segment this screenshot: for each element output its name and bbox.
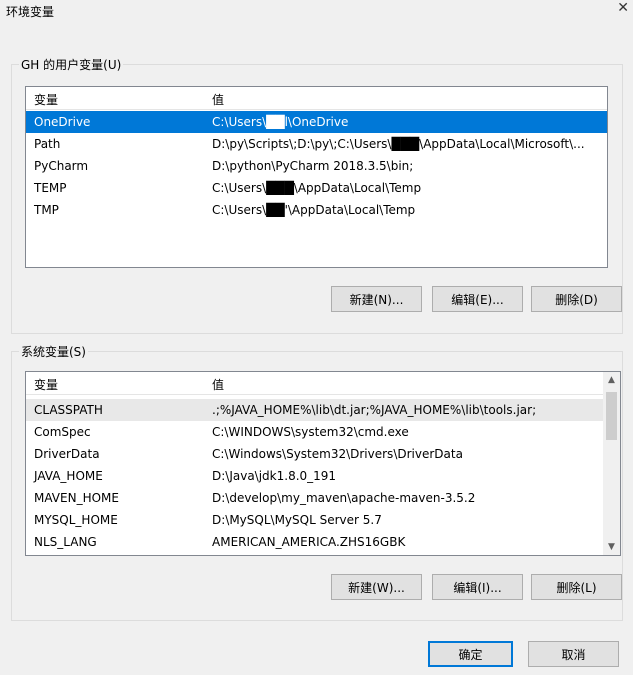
system-vars-list[interactable]: 变量 值 CLASSPATH .;%JAVA_HOME%\lib\dt.jar;… (25, 371, 621, 556)
system-new-button[interactable]: 新建(W)... (331, 574, 422, 600)
user-edit-button[interactable]: 编辑(E)... (432, 286, 523, 312)
system-var-row-classpath[interactable]: CLASSPATH .;%JAVA_HOME%\lib\dt.jar;%JAVA… (26, 399, 603, 421)
scroll-down-icon[interactable]: ▼ (603, 542, 620, 552)
system-var-row-mysql-home[interactable]: MYSQL_HOME D:\MySQL\MySQL Server 5.7 (26, 509, 603, 531)
user-var-row-path[interactable]: Path D:\py\Scripts\;D:\py\;C:\Users\███\… (26, 133, 607, 155)
cancel-button[interactable]: 取消 (528, 641, 619, 667)
var-name: PyCharm (34, 159, 89, 173)
var-name: TEMP (34, 181, 67, 195)
user-vars-header: 变量 值 (26, 87, 607, 110)
var-name: DriverData (34, 447, 100, 461)
var-value: D:\develop\my_maven\apache-maven-3.5.2 (212, 491, 476, 505)
var-name: Path (34, 137, 61, 151)
var-name: OneDrive (34, 115, 91, 129)
var-value: C:\Users\██l\OneDrive (212, 115, 349, 129)
var-value: AMERICAN_AMERICA.ZHS16GBK (212, 535, 406, 549)
user-var-row-tmp[interactable]: TMP C:\Users\██'\AppData\Local\Temp (26, 199, 607, 221)
var-name: ComSpec (34, 425, 91, 439)
var-name: CLASSPATH (34, 403, 103, 417)
system-var-row-nls-lang[interactable]: NLS_LANG AMERICAN_AMERICA.ZHS16GBK (26, 531, 603, 553)
user-var-row-onedrive[interactable]: OneDrive C:\Users\██l\OneDrive (26, 111, 607, 133)
system-var-row-java-home[interactable]: JAVA_HOME D:\Java\jdk1.8.0_191 (26, 465, 603, 487)
var-value: D:\python\PyCharm 2018.3.5\bin; (212, 159, 414, 173)
var-value: D:\MySQL\MySQL Server 5.7 (212, 513, 382, 527)
window-title: 环境变量 (6, 5, 55, 19)
user-delete-button[interactable]: 删除(D) (531, 286, 622, 312)
var-value: C:\Windows\System32\Drivers\DriverData (212, 447, 463, 461)
system-vars-header: 变量 值 (26, 372, 603, 395)
user-var-row-temp[interactable]: TEMP C:\Users\███\AppData\Local\Temp (26, 177, 607, 199)
var-name: TMP (34, 203, 59, 217)
var-value: D:\py\Scripts\;D:\py\;C:\Users\███\AppDa… (212, 137, 585, 151)
system-vars-label: 系统变量(S) (19, 343, 88, 360)
var-value: .;%JAVA_HOME%\lib\dt.jar;%JAVA_HOME%\lib… (212, 403, 537, 417)
var-name: JAVA_HOME (34, 469, 103, 483)
system-vars-scrollbar[interactable]: ▲ ▼ (603, 372, 620, 555)
column-header-variable[interactable]: 变量 (34, 376, 58, 393)
var-name: NLS_LANG (34, 535, 97, 549)
system-var-row-driverdata[interactable]: DriverData C:\Windows\System32\Drivers\D… (26, 443, 603, 465)
system-delete-button[interactable]: 删除(L) (531, 574, 622, 600)
user-new-button[interactable]: 新建(N)... (331, 286, 422, 312)
system-edit-button[interactable]: 编辑(I)... (432, 574, 523, 600)
var-value: C:\Users\██'\AppData\Local\Temp (212, 203, 416, 217)
column-header-value[interactable]: 值 (212, 376, 224, 393)
var-value: C:\Users\███\AppData\Local\Temp (212, 181, 422, 195)
scroll-up-icon[interactable]: ▲ (603, 375, 620, 385)
var-value: C:\WINDOWS\system32\cmd.exe (212, 425, 409, 439)
user-vars-label: GH 的用户变量(U) (19, 56, 124, 73)
system-var-row-comspec[interactable]: ComSpec C:\WINDOWS\system32\cmd.exe (26, 421, 603, 443)
close-icon[interactable]: ✕ (617, 0, 629, 16)
var-value: D:\Java\jdk1.8.0_191 (212, 469, 337, 483)
var-name: MAVEN_HOME (34, 491, 119, 505)
user-var-row-pycharm[interactable]: PyCharm D:\python\PyCharm 2018.3.5\bin; (26, 155, 607, 177)
system-var-row-maven-home[interactable]: MAVEN_HOME D:\develop\my_maven\apache-ma… (26, 487, 603, 509)
column-header-variable[interactable]: 变量 (34, 91, 58, 108)
user-vars-list[interactable]: 变量 值 OneDrive C:\Users\██l\OneDrive Path… (25, 86, 608, 268)
column-header-value[interactable]: 值 (212, 91, 224, 108)
var-name: MYSQL_HOME (34, 513, 118, 527)
ok-button[interactable]: 确定 (428, 641, 513, 667)
scrollbar-thumb[interactable] (606, 392, 617, 440)
